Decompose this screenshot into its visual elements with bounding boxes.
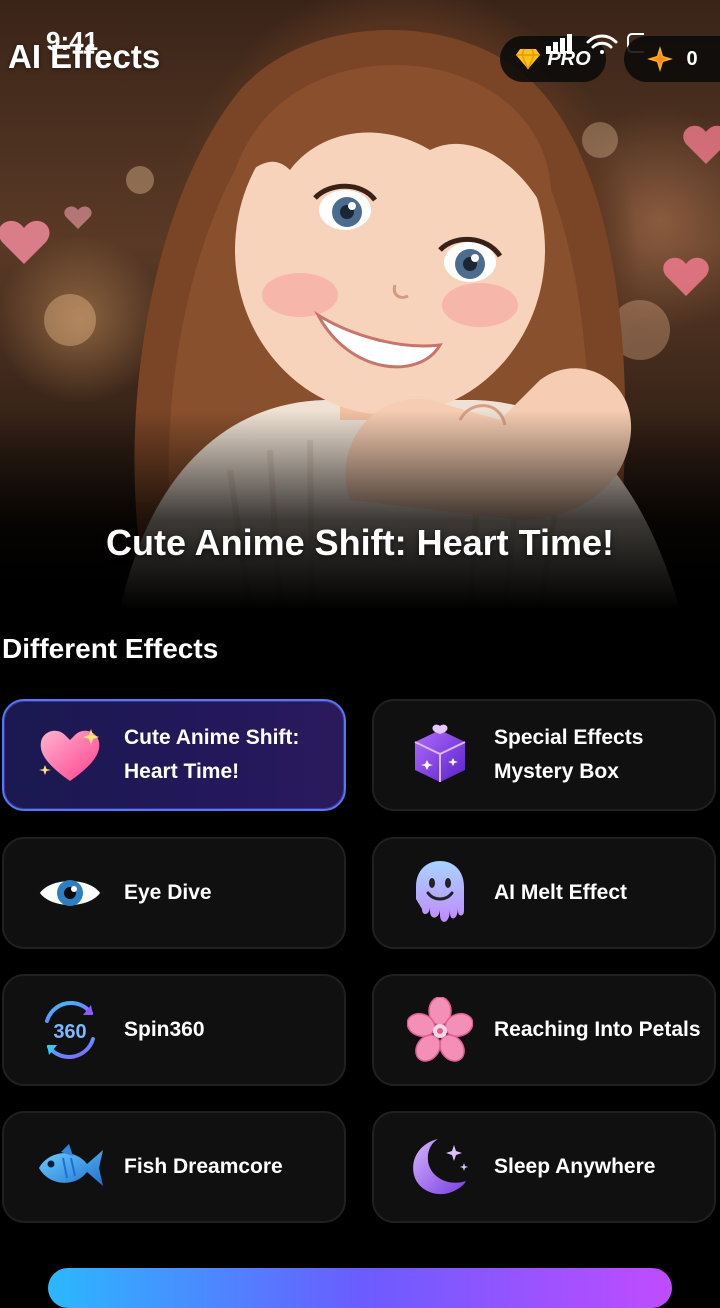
melting-face-icon [400,853,480,933]
mystery-box-icon [400,715,480,795]
effect-card-eye-dive[interactable]: Eye Dive [2,837,346,949]
effect-label: Sleep Anywhere [494,1155,656,1178]
effect-card-sleep-anywhere[interactable]: Sleep Anywhere [372,1111,716,1223]
fish-icon [30,1127,110,1207]
effect-label: Eye Dive [124,881,212,904]
effect-card-fish-dreamcore[interactable]: Fish Dreamcore [2,1111,346,1223]
effect-label-line2: Heart Time! [124,760,240,783]
heart-decoration [0,220,50,264]
status-time: 9:41 [46,26,99,56]
effect-label: Fish Dreamcore [124,1155,283,1178]
effect-card-reaching-into-petals[interactable]: Reaching Into Petals [372,974,716,1086]
crescent-moon-icon [400,1127,480,1207]
credit-count: 0 [686,47,698,70]
effect-label: AI Melt Effect [494,881,628,904]
svg-text:360: 360 [53,1021,86,1043]
effect-card-spin360[interactable]: 360 Spin360 [2,974,346,1086]
heart-decoration [64,206,92,229]
effect-card-cute-anime-shift[interactable]: Cute Anime Shift: Heart Time! [2,699,346,811]
eye-icon [30,853,110,933]
credits-button[interactable]: 0 [624,36,720,82]
effect-card-ai-melt[interactable]: AI Melt Effect [372,837,716,949]
generate-button[interactable] [48,1268,672,1308]
hero-title: Cute Anime Shift: Heart Time! [105,522,615,563]
sparkle-star-icon [647,46,674,72]
effect-label-line2: Mystery Box [494,760,619,783]
section-title: Different Effects [2,633,219,664]
effect-label: Reaching Into Petals [494,1018,701,1041]
cherry-blossom-icon [400,990,480,1070]
effect-card-mystery-box[interactable]: Special Effects Mystery Box [372,699,716,811]
wifi-icon [586,34,618,54]
heart-decoration [683,125,720,164]
signal-icon [546,34,572,54]
heart-decoration [663,257,709,296]
effect-label-line1: Cute Anime Shift: [124,726,300,749]
sparkling-heart-icon [30,715,110,795]
effect-label-line1: Special Effects [494,726,644,749]
effect-label: Spin360 [124,1018,205,1041]
spin-360-icon: 360 [30,990,110,1070]
hero-gradient-overlay [0,410,720,610]
hero-banner[interactable]: Cute Anime Shift: Heart Time! [0,0,720,610]
diamond-icon [516,48,541,70]
